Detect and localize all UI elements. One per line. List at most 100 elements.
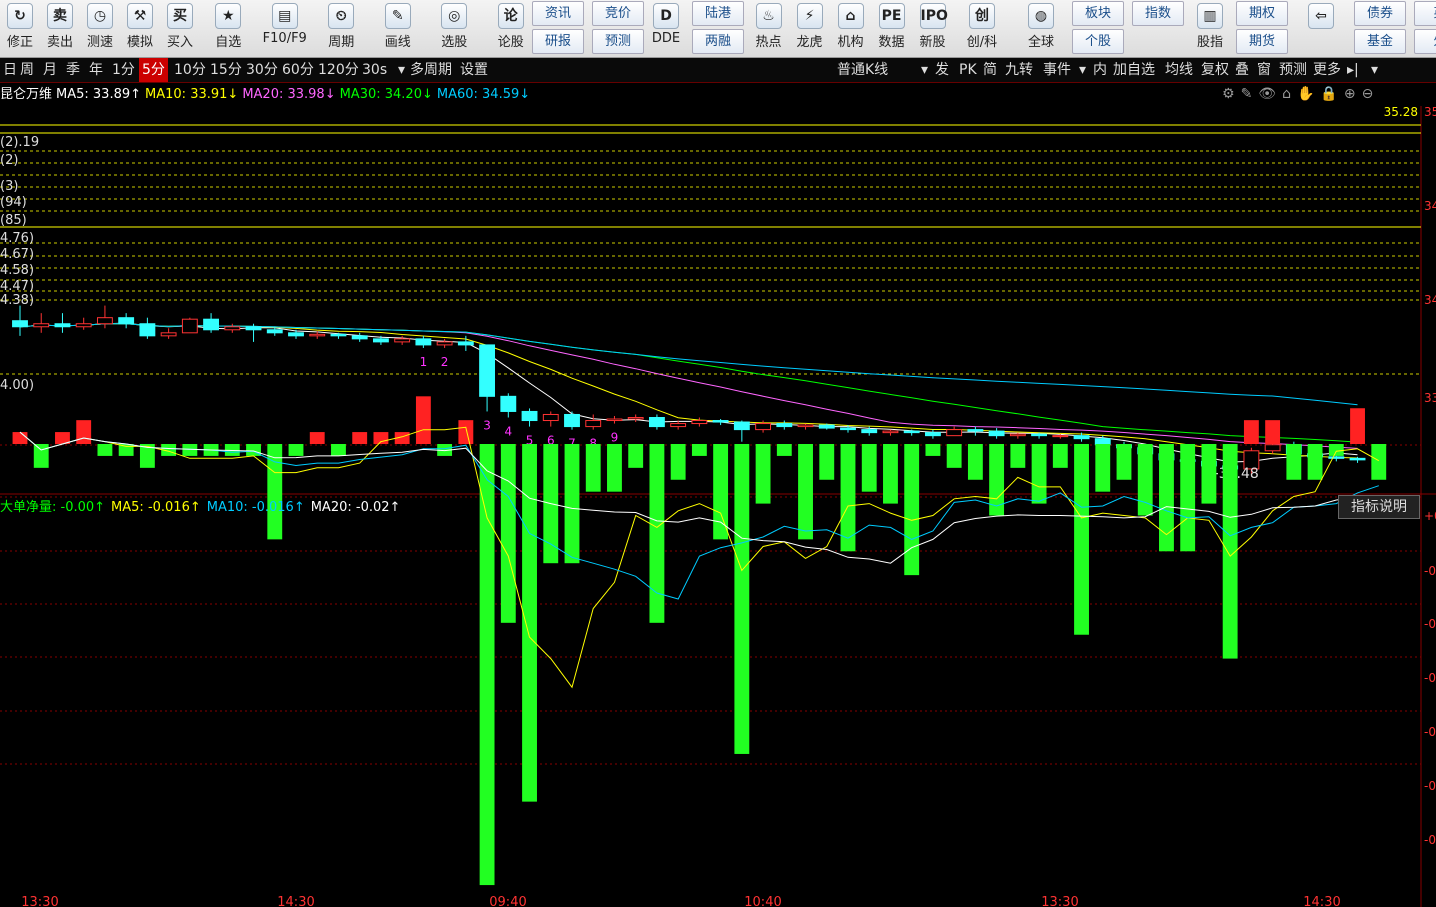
back-button[interactable]: ⇦: [1296, 2, 1346, 56]
period-14[interactable]: 多周期: [407, 58, 455, 82]
institution-button[interactable]: ⌂ 机构: [830, 2, 871, 56]
data-button[interactable]: PE 数据: [871, 2, 912, 56]
speed-button[interactable]: ◷ 测速: [80, 2, 120, 56]
toolbar-基金-button[interactable]: 基金: [1354, 29, 1406, 54]
refresh-button[interactable]: ↻ 修正: [0, 2, 40, 56]
chart-tool-2[interactable]: 👁: [1258, 86, 1276, 102]
buy-icon: 买: [167, 3, 193, 29]
right-menu-1[interactable]: ▾: [918, 58, 931, 82]
candle-up: [797, 424, 814, 428]
right-menu-5[interactable]: 九转: [1002, 58, 1036, 82]
chart-tool-0[interactable]: ⚙: [1222, 86, 1235, 102]
draw-line-button[interactable]: ✎ 画线: [370, 2, 427, 56]
right-menu-8[interactable]: 内: [1090, 58, 1110, 82]
period-15[interactable]: 设置: [457, 58, 491, 82]
period-7[interactable]: 10分: [171, 58, 209, 82]
period-5[interactable]: 1分: [109, 58, 138, 82]
toolbar-label: 选股: [441, 35, 468, 50]
indicator-legend-item: MA20: -0.02↑: [310, 500, 401, 515]
chart-tool-4[interactable]: ✋: [1297, 86, 1314, 102]
right-menu-17[interactable]: ▾: [1368, 58, 1381, 82]
indicator-axis-label: -0: [1424, 779, 1436, 793]
candle-down: [648, 417, 665, 428]
toolbar-两融-button[interactable]: 两融: [692, 29, 744, 54]
toolbar-外-button[interactable]: 外: [1414, 29, 1436, 54]
right-menu-4[interactable]: 简: [980, 58, 1000, 82]
candle-down: [351, 335, 368, 340]
stock-picker-button[interactable]: ◎ 选股: [426, 2, 483, 56]
chart-tool-3[interactable]: ⌂: [1282, 86, 1291, 102]
right-menu-6[interactable]: 事件: [1040, 58, 1074, 82]
sell-button[interactable]: 卖卖出: [40, 2, 80, 56]
buy-button[interactable]: 买买入: [160, 2, 200, 56]
index-futures-button[interactable]: ▥ 股指: [1186, 2, 1234, 56]
right-menu-16[interactable]: ▸|: [1344, 58, 1362, 82]
toolbar-债券-button[interactable]: 债券: [1354, 1, 1406, 26]
toolbar-指数-button[interactable]: 指数: [1132, 1, 1184, 26]
chuang-button[interactable]: 创创/科: [954, 2, 1010, 56]
right-menu-15[interactable]: 更多: [1310, 58, 1344, 82]
time-axis-label: 14:30: [277, 895, 314, 907]
toolbar-预测-button[interactable]: 预测: [592, 29, 644, 54]
toolbar-研报-button[interactable]: 研报: [532, 29, 584, 54]
toolbar-资讯-button[interactable]: 资讯: [532, 1, 584, 26]
toolbar-板块-button[interactable]: 板块: [1072, 1, 1124, 26]
globe-button[interactable]: ◍ 全球: [1014, 2, 1068, 56]
candle-up: [224, 326, 241, 331]
toolbar-陆港-button[interactable]: 陆港: [692, 1, 744, 26]
right-menu-14[interactable]: 预测: [1276, 58, 1310, 82]
toolbar-个股-button[interactable]: 个股: [1072, 29, 1124, 54]
period-12[interactable]: 30s: [359, 58, 390, 82]
ma-legend-item: MA30: 34.20↓: [339, 87, 433, 102]
period-11[interactable]: 120分: [315, 58, 362, 82]
candle-up: [606, 418, 623, 422]
toolbar-label: 测速: [86, 35, 113, 50]
indicator-bar-negative: [734, 444, 750, 754]
right-menu-2[interactable]: 发: [932, 58, 952, 82]
right-menu-11[interactable]: 复权: [1198, 58, 1232, 82]
discuss-button[interactable]: 论论股: [483, 2, 540, 56]
favorites-icon: ★: [215, 3, 242, 29]
right-menu-0[interactable]: 普通K线: [834, 58, 891, 82]
period-9[interactable]: 30分: [243, 58, 281, 82]
period-button[interactable]: ⏲ 周期: [313, 2, 370, 56]
period-2[interactable]: 月: [40, 58, 60, 82]
left-price-label: 4.67): [0, 247, 34, 262]
indicator-bar-negative: [649, 444, 665, 623]
right-menu-13[interactable]: 窗: [1254, 58, 1274, 82]
indicator-bar-negative: [946, 444, 962, 468]
right-menu-3[interactable]: PK: [956, 58, 980, 82]
ipo-button[interactable]: IPO 新股: [912, 2, 953, 56]
simulate-button[interactable]: ⚒ 模拟: [120, 2, 160, 56]
candle-up: [1052, 435, 1069, 438]
candle-down: [776, 423, 793, 428]
toolbar-英-button[interactable]: 英: [1414, 1, 1436, 26]
chart-tool-1[interactable]: ✎: [1241, 86, 1253, 102]
period-1[interactable]: 周: [17, 58, 37, 82]
indicator-help-button[interactable]: 指标说明: [1338, 495, 1420, 519]
candle-down: [988, 430, 1005, 437]
right-menu-7[interactable]: ▾: [1076, 58, 1089, 82]
period-8[interactable]: 15分: [207, 58, 245, 82]
dragon-tiger-button[interactable]: ⚡ 龙虎: [789, 2, 830, 56]
right-menu-10[interactable]: 均线: [1162, 58, 1196, 82]
hot-button[interactable]: ♨ 热点: [748, 2, 789, 56]
toolbar-期货-button[interactable]: 期货: [1236, 29, 1288, 54]
toolbar-竞价-button[interactable]: 竞价: [592, 1, 644, 26]
chart-tool-6[interactable]: ⊕: [1344, 86, 1356, 102]
period-6[interactable]: 5分: [139, 58, 168, 82]
right-menu-9[interactable]: 加自选: [1110, 58, 1158, 82]
period-4[interactable]: 年: [86, 58, 106, 82]
dde-button[interactable]: D DDE: [646, 2, 686, 56]
favorites-button[interactable]: ★ 自选: [200, 2, 257, 56]
toolbar-期权-button[interactable]: 期权: [1236, 1, 1288, 26]
candle-down: [500, 395, 517, 412]
period-10[interactable]: 60分: [279, 58, 317, 82]
chart-tool-7[interactable]: ⊖: [1362, 86, 1374, 102]
candle-down: [457, 341, 474, 346]
chart-tool-5[interactable]: 🔒: [1320, 86, 1337, 102]
period-3[interactable]: 季: [63, 58, 83, 82]
right-menu-12[interactable]: 叠: [1232, 58, 1252, 82]
nine-turn-top: 1: [420, 355, 428, 369]
f10-button[interactable]: ▤ F10/F9: [257, 2, 314, 56]
